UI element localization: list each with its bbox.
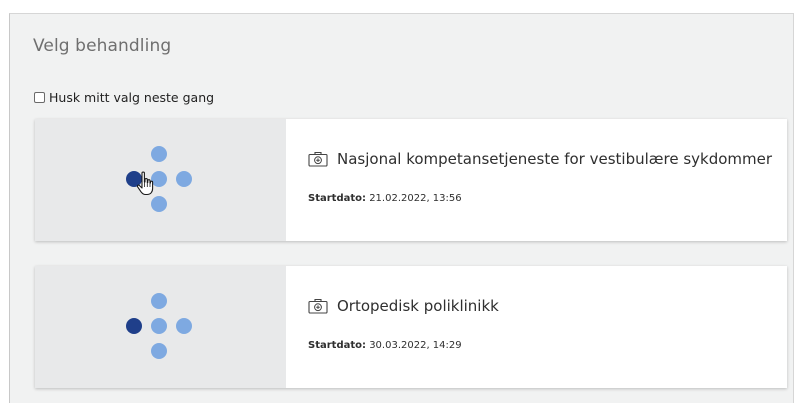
start-date-value: 21.02.2022, 13:56 xyxy=(369,193,462,204)
logo-dot xyxy=(176,171,192,187)
logo-dot xyxy=(151,196,167,212)
medical-kit-icon xyxy=(308,151,328,167)
treatment-card[interactable]: Nasjonal kompetansetjeneste for vestibul… xyxy=(35,119,787,241)
logo-dot xyxy=(151,318,167,334)
logo-dot xyxy=(126,318,142,334)
hand-cursor-icon xyxy=(136,171,154,196)
card-details[interactable]: Nasjonal kompetansetjeneste for vestibul… xyxy=(286,119,787,241)
treatment-panel: Velg behandling Husk mitt valg neste gan… xyxy=(9,13,794,403)
start-date: Startdato: 21.02.2022, 13:56 xyxy=(308,193,462,204)
card-title[interactable]: Nasjonal kompetansetjeneste for vestibul… xyxy=(308,150,772,168)
remember-choice[interactable]: Husk mitt valg neste gang xyxy=(34,90,214,105)
start-date-label: Startdato: xyxy=(308,193,366,204)
logo-dot xyxy=(176,318,192,334)
start-date-label: Startdato: xyxy=(308,340,366,351)
card-title[interactable]: Ortopedisk poliklinikk xyxy=(308,297,499,315)
medical-kit-icon xyxy=(308,298,328,314)
start-date-value: 30.03.2022, 14:29 xyxy=(369,340,462,351)
start-date: Startdato: 30.03.2022, 14:29 xyxy=(308,340,462,351)
remember-checkbox[interactable] xyxy=(34,92,45,103)
card-logo-area[interactable] xyxy=(35,119,286,241)
remember-label[interactable]: Husk mitt valg neste gang xyxy=(49,90,214,105)
card-title-text[interactable]: Ortopedisk poliklinikk xyxy=(337,297,499,315)
card-details[interactable]: Ortopedisk poliklinikk Startdato: 30.03.… xyxy=(286,266,787,388)
card-logo-area[interactable] xyxy=(35,266,286,388)
logo-dot xyxy=(151,146,167,162)
card-title-text[interactable]: Nasjonal kompetansetjeneste for vestibul… xyxy=(337,150,772,168)
logo-dot xyxy=(151,343,167,359)
treatment-card[interactable]: Ortopedisk poliklinikk Startdato: 30.03.… xyxy=(35,266,787,388)
logo-dot xyxy=(151,293,167,309)
panel-title: Velg behandling xyxy=(33,36,172,56)
